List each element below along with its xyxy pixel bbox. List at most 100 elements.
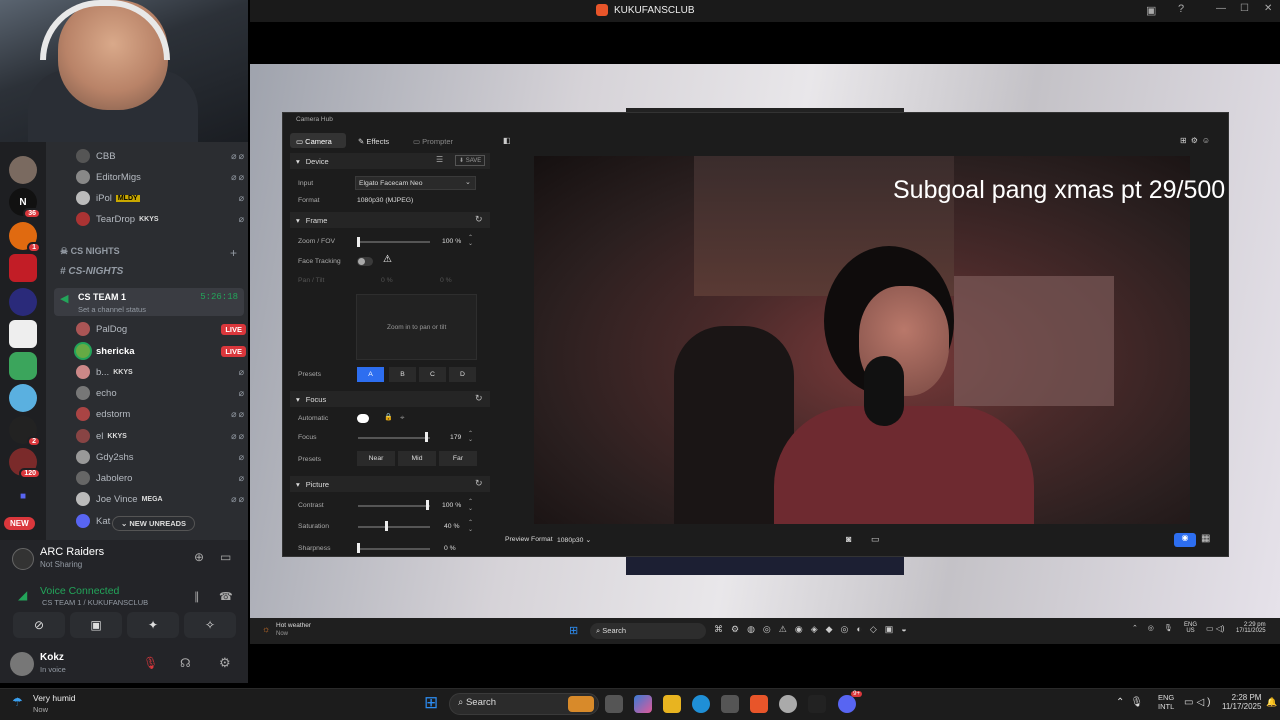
inner-clock[interactable]: 2:29 pm 17/11/2025	[1236, 622, 1266, 634]
soundboard-button[interactable]: ✧	[184, 612, 236, 638]
folder-icon[interactable]: ■	[9, 482, 37, 510]
start-icon[interactable]: ⊞	[424, 694, 438, 712]
preset-d-button[interactable]: D	[449, 367, 476, 382]
reset-icon[interactable]: ↻	[475, 214, 483, 225]
zoom-slider[interactable]	[358, 241, 430, 243]
adjust-icon[interactable]: ☰	[436, 155, 443, 164]
server-icon[interactable]	[9, 384, 37, 412]
close-icon[interactable]: ✕	[1264, 3, 1272, 14]
settings-icon[interactable]: ⚙	[219, 655, 231, 671]
contrast-slider-knob[interactable]	[426, 500, 429, 510]
file-explorer-icon[interactable]	[663, 695, 681, 713]
member-row[interactable]: echo ⌀	[76, 384, 246, 402]
save-button[interactable]: ⬇ SAVE	[455, 155, 486, 166]
target-icon[interactable]: ⌖	[400, 413, 405, 423]
focus-section-header[interactable]: ▾ Focus	[290, 391, 490, 407]
tab-prompter[interactable]: ▭ Prompter	[413, 137, 453, 146]
mic-muted-icon[interactable]: 🎙	[143, 656, 158, 670]
category-header[interactable]: ☠ CS NIGHTS	[60, 246, 120, 257]
inner-taskbar-apps[interactable]: ⌘⚙◍◎⚠◉◈◆◎◐◇▣◒	[714, 624, 915, 635]
window-icon[interactable]: ▣	[1146, 4, 1156, 17]
member-row[interactable]: iPol MLDY ⌀	[76, 189, 246, 207]
notification-icon[interactable]: 🔔	[1266, 697, 1277, 708]
server-icon[interactable]: 2	[9, 416, 41, 447]
brave-icon[interactable]	[750, 695, 768, 713]
server-icon[interactable]: 120	[9, 448, 41, 479]
screenshare-button[interactable]: ▣	[70, 612, 122, 638]
disconnect-icon[interactable]: ☎	[219, 590, 233, 603]
edge-icon[interactable]	[692, 695, 710, 713]
voice-location[interactable]: CS TEAM 1 / KUKUFANSCLUB	[42, 598, 148, 607]
new-unreads-button[interactable]: ⌄ NEW UNREADS	[112, 516, 196, 531]
eye-icon[interactable]: ◉	[1174, 533, 1196, 547]
zoom-value[interactable]: 100 %	[442, 238, 461, 245]
automatic-toggle[interactable]	[357, 414, 369, 423]
server-icon[interactable]	[9, 352, 37, 380]
member-row[interactable]: el KKYS ⌀⌀	[76, 427, 246, 445]
focus-value[interactable]: 179	[450, 434, 461, 441]
panel-toggle-icon[interactable]: ◧	[503, 136, 511, 145]
minimize-icon[interactable]: —	[1216, 3, 1226, 14]
server-icon[interactable]	[9, 156, 37, 184]
server-icon[interactable]: N 36	[9, 188, 41, 219]
network-volume-icon[interactable]: ▭◁)	[1184, 697, 1213, 708]
server-icon[interactable]	[9, 254, 37, 282]
folder-icon[interactable]: ▭	[871, 534, 880, 545]
focus-far-button[interactable]: Far	[439, 451, 477, 466]
stepper-icon[interactable]: ⌃ ⌄ ⌃ ⌄	[468, 499, 473, 534]
preview-format-select[interactable]: 1080p30 ⌄	[557, 536, 591, 544]
member-row[interactable]: shericka LIVE	[76, 342, 246, 360]
user-name[interactable]: Kokz	[40, 652, 64, 663]
member-row[interactable]: Jabolero ⌀	[76, 469, 246, 487]
sharpness-value[interactable]: 0 %	[444, 545, 456, 552]
focus-slider[interactable]	[358, 437, 430, 439]
tray-icons[interactable]: ⌃🎙	[1116, 697, 1149, 708]
frame-section-header[interactable]: ▾ Frame	[290, 212, 490, 228]
contrast-slider[interactable]	[358, 505, 430, 507]
member-row[interactable]: Joe Vince MEGA ⌀⌀	[76, 490, 246, 508]
member-row[interactable]: EditorMigs ⌀⌀	[76, 168, 246, 186]
lock-icon[interactable]: 🔒	[384, 413, 393, 421]
face-tracking-toggle[interactable]	[357, 257, 373, 266]
add-channel-icon[interactable]: +	[230, 246, 237, 260]
screen-icon[interactable]: ▭	[220, 550, 231, 564]
member-row[interactable]: PalDog LIVE	[76, 320, 246, 338]
inner-tray-icons[interactable]: ⌃ ◎ 🎙	[1132, 624, 1177, 632]
server-icon[interactable]	[9, 288, 37, 316]
controller-icon[interactable]: ⊕	[194, 550, 204, 564]
reset-icon[interactable]: ↻	[475, 393, 483, 404]
noise-icon[interactable]: ∥	[194, 590, 200, 603]
voice-status[interactable]: Voice Connected	[40, 585, 119, 597]
preset-c-button[interactable]: C	[419, 367, 446, 382]
focus-mid-button[interactable]: Mid	[398, 451, 436, 466]
focus-near-button[interactable]: Near	[357, 451, 395, 466]
zoom-slider-knob[interactable]	[357, 237, 360, 247]
focus-slider-knob[interactable]	[425, 432, 428, 442]
discord-icon[interactable]: 9+	[838, 691, 862, 713]
stepper-icon[interactable]: ⌃ ⌄	[468, 431, 473, 443]
server-icon[interactable]	[9, 320, 37, 348]
contrast-value[interactable]: 100 %	[442, 502, 461, 509]
inner-volume-icon[interactable]: ▭ ◁)	[1206, 624, 1225, 633]
headphones-icon[interactable]: ☊	[180, 656, 191, 670]
member-row[interactable]: Gdy2shs ⌀	[76, 448, 246, 466]
saturation-value[interactable]: 40 %	[444, 523, 460, 530]
hub-toolbar-icons[interactable]: ⊞⚙☺	[1180, 136, 1214, 145]
sharpness-slider-knob[interactable]	[357, 543, 360, 553]
sharpness-slider[interactable]	[358, 548, 430, 550]
picture-section-header[interactable]: ▾ Picture	[290, 476, 490, 492]
preset-a-button[interactable]: A	[357, 367, 384, 382]
avatar[interactable]	[10, 652, 34, 676]
language-indicator[interactable]: ENG INTL	[1158, 693, 1174, 711]
inner-lang[interactable]: ENG US	[1184, 622, 1197, 634]
windows-icon[interactable]: ⊞	[569, 624, 578, 637]
member-row[interactable]: TearDrop KKYS ⌀	[76, 210, 246, 228]
grid-icon[interactable]: ▦	[1201, 533, 1210, 544]
obs-icon[interactable]	[779, 695, 797, 713]
task-view-icon[interactable]	[605, 695, 623, 713]
app-icon[interactable]	[808, 695, 826, 713]
camera-button[interactable]: ⊘	[13, 612, 65, 638]
format-value[interactable]: 1080p30 (MJPEG)	[357, 197, 413, 204]
voice-channel[interactable]: ◀ CS TEAM 1 5:26:18 Set a channel status	[54, 288, 244, 316]
preset-b-button[interactable]: B	[389, 367, 416, 382]
